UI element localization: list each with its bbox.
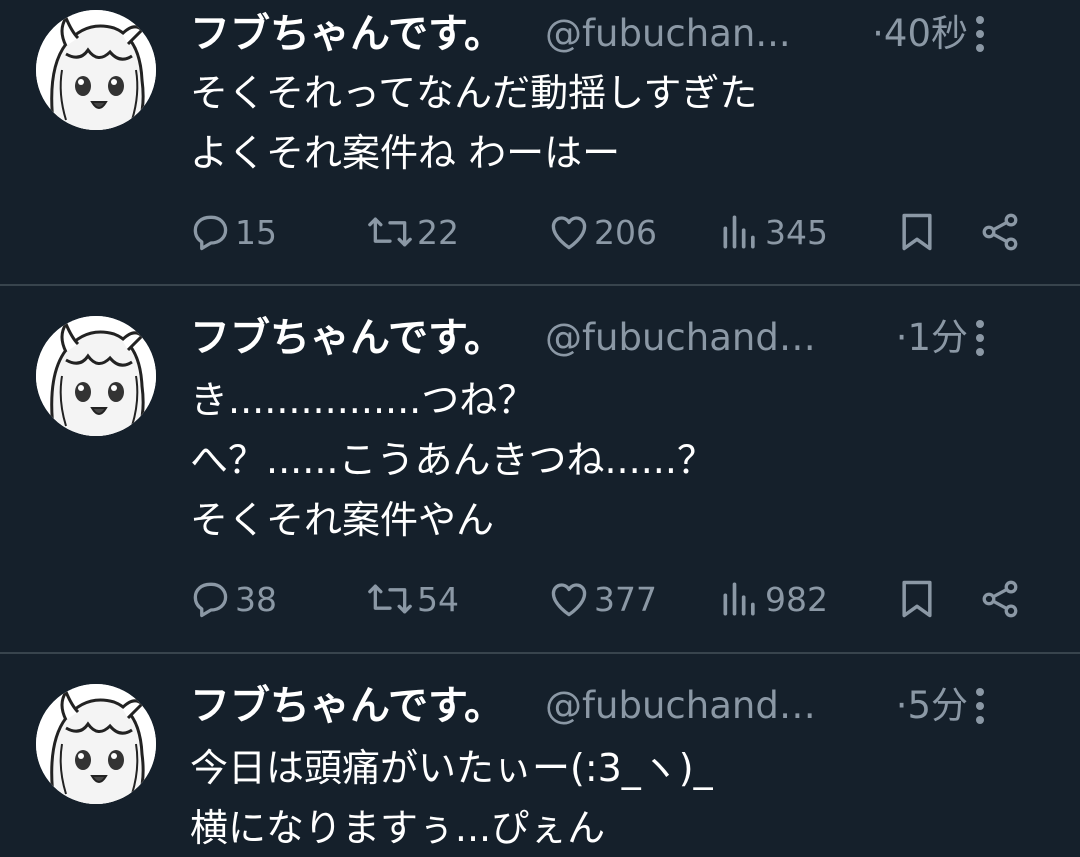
time-text: 1分: [907, 316, 968, 359]
bookmark-button[interactable]: [896, 207, 938, 257]
display-name[interactable]: フブちゃんです。: [190, 676, 504, 736]
more-icon[interactable]: [968, 318, 992, 358]
views-count: 982: [765, 579, 828, 619]
tweet-text-line: へ？......こうあんきつね......？: [190, 438, 715, 482]
time-text: 5分: [907, 684, 968, 727]
bookmark-icon: [902, 213, 932, 251]
retweet-button[interactable]: 54: [366, 574, 459, 624]
retweet-count: 54: [417, 579, 459, 619]
retweet-icon: [368, 584, 412, 614]
user-handle[interactable]: @fubuchanda...: [545, 676, 830, 736]
tweet[interactable]: フブちゃんです。 @fubuchan... ·40秒 そくそれってなんだ動揺しす…: [0, 0, 1080, 286]
avatar[interactable]: [36, 316, 156, 436]
avatar[interactable]: [36, 10, 156, 130]
action-bar: 38 54 377 982: [0, 574, 1080, 624]
bookmark-icon: [902, 580, 932, 618]
bookmark-button[interactable]: [896, 574, 938, 624]
time-text: 40秒: [883, 12, 968, 55]
avatar-illustration: [36, 316, 156, 436]
separator: ·: [895, 684, 908, 727]
tweet-text-line: よくそれ案件ね わーはー: [190, 131, 621, 175]
reply-button[interactable]: 15: [188, 207, 277, 257]
tweet-text-line: き................つね？: [190, 378, 536, 422]
reply-icon: [193, 215, 228, 251]
reply-count: 15: [235, 212, 277, 252]
timeline: フブちゃんです。 @fubuchan... ·40秒 そくそれってなんだ動揺しす…: [0, 0, 1080, 857]
tweet-text-line: 横になりますぅ...ぴぇん: [190, 806, 606, 850]
share-icon: [982, 213, 1018, 251]
reply-button[interactable]: 38: [188, 574, 277, 624]
display-name[interactable]: フブちゃんです。: [190, 308, 504, 368]
timestamp[interactable]: ·1分: [896, 308, 968, 368]
tweet-text: そくそれってなんだ動揺しすぎた よくそれ案件ね わーはー: [190, 63, 1040, 183]
views-icon: [723, 215, 755, 249]
display-name[interactable]: フブちゃんです。: [190, 4, 504, 64]
views-count: 345: [765, 212, 828, 252]
more-icon[interactable]: [968, 686, 992, 726]
tweet-text: 今日は頭痛がいたぃー(:3_ヽ)_ 横になりますぅ...ぴぇん: [190, 738, 1040, 857]
timestamp[interactable]: ·5分: [896, 676, 968, 736]
tweet-header: フブちゃんです。 @fubuchanda... ·5分: [190, 676, 1040, 736]
views-button[interactable]: 982: [718, 574, 828, 624]
reply-icon: [193, 582, 228, 618]
retweet-icon: [368, 217, 412, 247]
timestamp[interactable]: ·40秒: [872, 4, 968, 64]
separator: ·: [872, 12, 884, 55]
like-count: 377: [594, 579, 657, 619]
user-handle[interactable]: @fubuchan...: [545, 4, 830, 64]
reply-count: 38: [235, 579, 277, 619]
share-button[interactable]: [978, 207, 1022, 257]
like-count: 206: [594, 212, 657, 252]
share-button[interactable]: [978, 574, 1022, 624]
tweet-text-line: そくそれ案件やん: [190, 498, 495, 542]
retweet-count: 22: [417, 212, 459, 252]
avatar-illustration: [36, 10, 156, 130]
action-bar: 15 22 206 345: [0, 207, 1080, 257]
like-icon: [551, 216, 587, 250]
user-handle[interactable]: @fubuchanda...: [545, 308, 830, 368]
separator: ·: [895, 316, 908, 359]
tweet-text-line: 今日は頭痛がいたぃー(:3_ヽ)_: [190, 746, 713, 790]
more-icon[interactable]: [968, 14, 992, 54]
tweet-header: フブちゃんです。 @fubuchan... ·40秒: [190, 4, 1040, 64]
like-icon: [551, 583, 587, 617]
tweet-text-line: そくそれってなんだ動揺しすぎた: [190, 71, 758, 115]
tweet-header: フブちゃんです。 @fubuchanda... ·1分: [190, 308, 1040, 368]
avatar[interactable]: [36, 684, 156, 804]
like-button[interactable]: 377: [547, 574, 657, 624]
tweet[interactable]: フブちゃんです。 @fubuchanda... ·1分 き...........…: [0, 286, 1080, 654]
avatar-illustration: [36, 684, 156, 804]
views-icon: [723, 582, 755, 616]
share-icon: [982, 580, 1018, 618]
tweet[interactable]: フブちゃんです。 @fubuchanda... ·5分 今日は頭痛がいたぃー(:…: [0, 654, 1080, 857]
like-button[interactable]: 206: [547, 207, 657, 257]
retweet-button[interactable]: 22: [366, 207, 459, 257]
tweet-text: き................つね？ へ？......こうあんきつね....…: [190, 370, 1040, 550]
views-button[interactable]: 345: [718, 207, 828, 257]
